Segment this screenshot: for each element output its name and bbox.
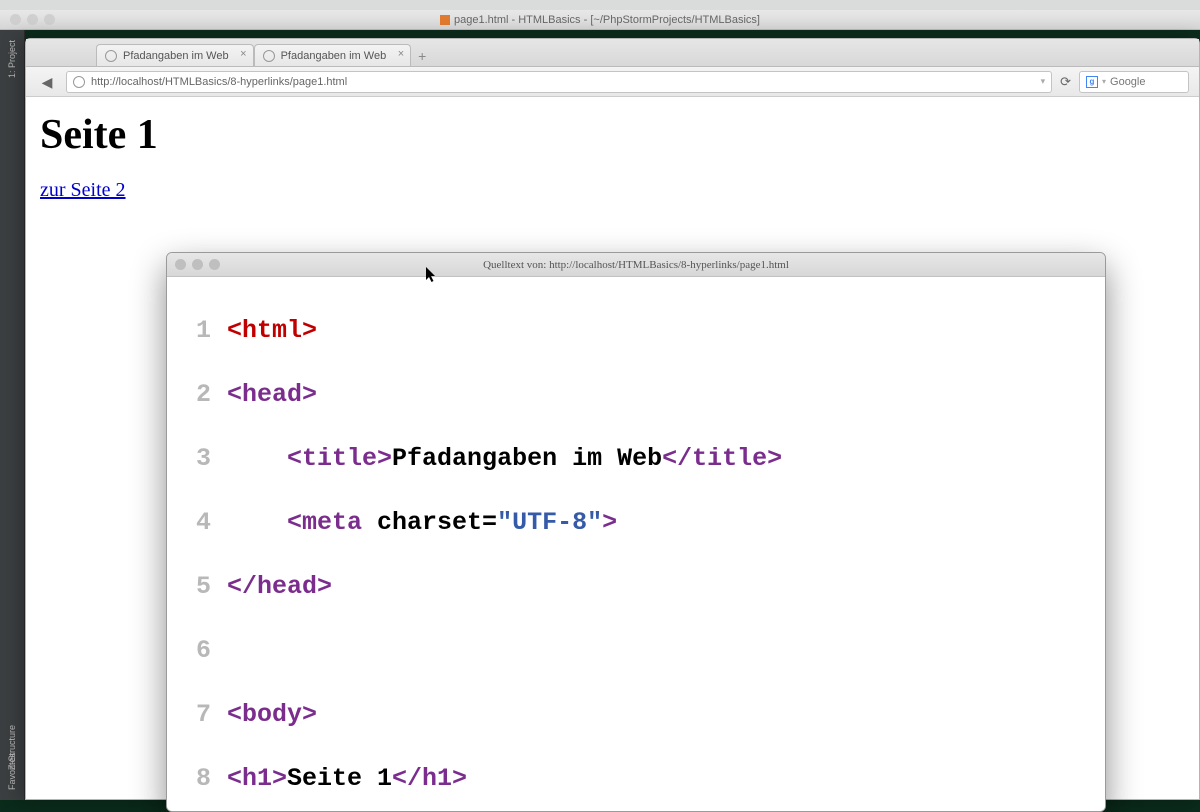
minimize-icon[interactable] (27, 14, 38, 25)
tab-strip: Pfadangaben im Web × Pfadangaben im Web … (26, 39, 1199, 67)
google-icon: g (1086, 76, 1098, 88)
browser-window: Pfadangaben im Web × Pfadangaben im Web … (25, 38, 1200, 800)
tab-label: Pfadangaben im Web (123, 50, 229, 62)
minimize-icon[interactable] (192, 259, 203, 270)
ide-titlebar: page1.html - HTMLBasics - [~/PhpStormPro… (0, 10, 1200, 30)
line-number: 3 (167, 443, 227, 475)
new-tab-button[interactable]: + (411, 48, 433, 66)
view-source-titlebar[interactable]: Quelltext von: http://localhost/HTMLBasi… (167, 253, 1105, 277)
line-number: 7 (167, 699, 227, 731)
tab-1[interactable]: Pfadangaben im Web × (96, 44, 254, 66)
sidebar-item-favorites[interactable]: Favorites (7, 753, 17, 790)
globe-icon (263, 50, 275, 62)
line-number: 8 (167, 763, 227, 795)
line-number: 1 (167, 315, 227, 347)
chevron-down-icon[interactable]: ▾ (1102, 77, 1106, 86)
reload-button[interactable]: ⟳ (1060, 74, 1071, 90)
url-text: http://localhost/HTMLBasics/8-hyperlinks… (91, 76, 347, 88)
tab-2[interactable]: Pfadangaben im Web × (254, 44, 412, 66)
line-number: 4 (167, 507, 227, 539)
view-source-window: Quelltext von: http://localhost/HTMLBasi… (166, 252, 1106, 812)
tab-close-icon[interactable]: × (240, 48, 246, 60)
line-number: 6 (167, 635, 227, 667)
ide-title: page1.html - HTMLBasics - [~/PhpStormPro… (454, 10, 760, 30)
url-bar[interactable]: http://localhost/HTMLBasics/8-hyperlinks… (66, 71, 1052, 93)
mac-menubar (0, 0, 1200, 10)
source-code[interactable]: 1<html> 2<head> 3 <title>Pfadangaben im … (167, 277, 1105, 811)
page-content: Seite 1 zur Seite 2 Quelltext von: http:… (26, 97, 1199, 799)
src-title: Quelltext von: http://localhost/HTMLBasi… (483, 259, 789, 271)
link-zur-seite-2[interactable]: zur Seite 2 (40, 179, 126, 201)
toolbar: ◀ http://localhost/HTMLBasics/8-hyperlin… (26, 67, 1199, 97)
close-icon[interactable] (10, 14, 21, 25)
globe-icon (105, 50, 117, 62)
search-box[interactable]: g ▾ Google (1079, 71, 1189, 93)
ide-window-controls[interactable] (10, 14, 55, 25)
close-icon[interactable] (175, 259, 186, 270)
search-engine-label: Google (1110, 76, 1145, 88)
line-number: 5 (167, 571, 227, 603)
ide-sidebar: 1: Project Z-Structure Favorites (0, 30, 25, 800)
tab-close-icon[interactable]: × (398, 48, 404, 60)
zoom-icon[interactable] (209, 259, 220, 270)
sidebar-item-project[interactable]: 1: Project (7, 40, 17, 78)
line-number: 2 (167, 379, 227, 411)
chevron-down-icon[interactable]: ▾ (1041, 76, 1046, 87)
file-icon (440, 15, 450, 25)
page-title: Seite 1 (40, 111, 1185, 159)
tab-label: Pfadangaben im Web (281, 50, 387, 62)
src-window-controls[interactable] (175, 259, 220, 270)
zoom-icon[interactable] (44, 14, 55, 25)
globe-icon (73, 76, 85, 88)
back-button[interactable]: ◀ (36, 71, 58, 93)
